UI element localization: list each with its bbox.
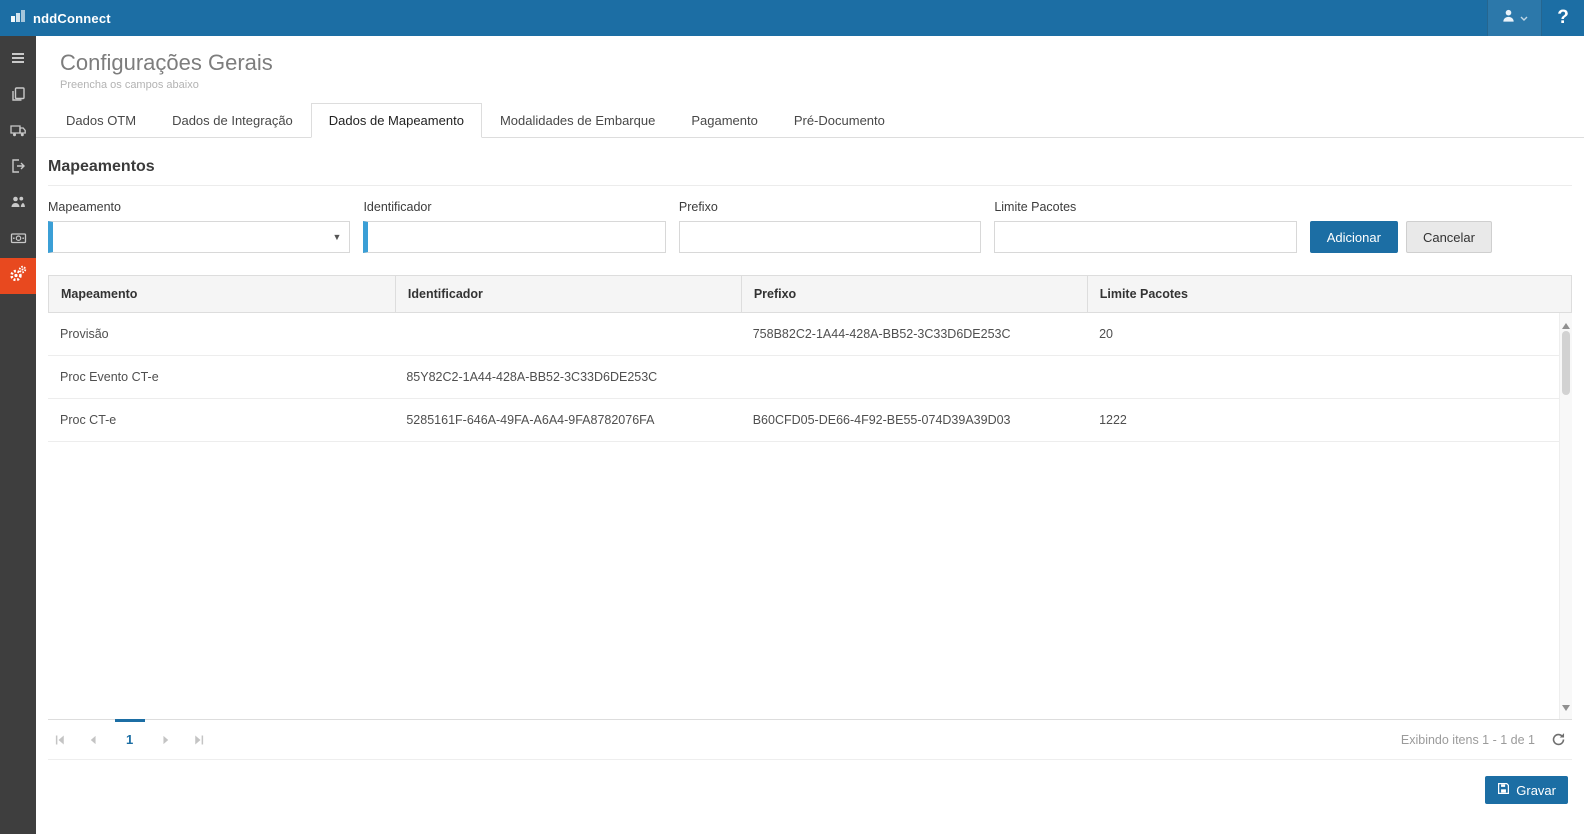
sidebar-item-settings[interactable] — [0, 258, 36, 294]
prefixo-input[interactable] — [679, 221, 981, 253]
cell-limite-pacotes — [1087, 356, 1572, 398]
refresh-icon[interactable] — [1551, 732, 1566, 747]
column-header-limite-pacotes[interactable]: Limite Pacotes — [1087, 276, 1571, 312]
cell-prefixo: 758B82C2-1A44-428A-BB52-3C33D6DE253C — [741, 313, 1087, 355]
column-header-prefixo[interactable]: Prefixo — [741, 276, 1087, 312]
user-menu-button[interactable] — [1487, 0, 1542, 36]
limite-pacotes-label: Limite Pacotes — [994, 200, 1296, 214]
page-header: Configurações Gerais Preencha os campos … — [36, 36, 1584, 91]
brand-icon — [10, 8, 26, 28]
copy-icon — [10, 86, 26, 107]
topbar: nddConnect ? — [0, 0, 1584, 36]
mapeamento-label: Mapeamento — [48, 200, 350, 214]
field-prefixo: Prefixo — [679, 200, 981, 253]
table-row[interactable]: Proc Evento CT-e 85Y82C2-1A44-428A-BB52-… — [48, 356, 1572, 399]
cell-identificador: 85Y82C2-1A44-428A-BB52-3C33D6DE253C — [394, 356, 740, 398]
hamburger-icon — [10, 50, 26, 71]
cell-prefixo — [741, 356, 1087, 398]
page-title: Configurações Gerais — [60, 50, 1560, 76]
main-content: Configurações Gerais Preencha os campos … — [36, 36, 1584, 834]
cell-limite-pacotes: 20 — [1087, 313, 1572, 355]
cell-identificador — [394, 313, 740, 355]
help-button[interactable]: ? — [1542, 0, 1584, 36]
tab-dados-mapeamento[interactable]: Dados de Mapeamento — [311, 103, 482, 138]
gears-icon — [9, 265, 27, 288]
identificador-input[interactable] — [363, 221, 665, 253]
sidebar-item-billing[interactable] — [0, 222, 36, 258]
sidebar-item-documents[interactable] — [0, 78, 36, 114]
chevron-down-icon — [1520, 9, 1528, 27]
cell-mapeamento: Proc Evento CT-e — [48, 356, 394, 398]
column-header-identificador[interactable]: Identificador — [395, 276, 741, 312]
grid-header: Mapeamento Identificador Prefixo Limite … — [48, 275, 1572, 313]
export-icon — [10, 158, 26, 179]
gravar-button[interactable]: Gravar — [1485, 776, 1568, 804]
cell-mapeamento: Proc CT-e — [48, 399, 394, 441]
cancelar-button[interactable]: Cancelar — [1406, 221, 1492, 253]
footer: Gravar — [36, 760, 1584, 834]
field-identificador: Identificador — [363, 200, 665, 253]
field-limite-pacotes: Limite Pacotes — [994, 200, 1296, 253]
section-title: Mapeamentos — [48, 152, 1572, 186]
scrollbar-thumb[interactable] — [1562, 331, 1570, 395]
cell-prefixo: B60CFD05-DE66-4F92-BE55-074D39A39D03 — [741, 399, 1087, 441]
users-icon — [10, 194, 26, 215]
user-icon — [1501, 8, 1516, 28]
prefixo-label: Prefixo — [679, 200, 981, 214]
field-mapeamento: Mapeamento ▼ — [48, 200, 350, 253]
sidebar-item-users[interactable] — [0, 186, 36, 222]
last-page-button[interactable] — [193, 734, 205, 746]
page-subtitle: Preencha os campos abaixo — [60, 79, 1560, 91]
brand[interactable]: nddConnect — [0, 8, 111, 28]
cell-identificador: 5285161F-646A-49FA-A6A4-9FA8782076FA — [394, 399, 740, 441]
previous-page-button[interactable] — [88, 734, 99, 746]
sidebar-item-export[interactable] — [0, 150, 36, 186]
table-row[interactable]: Proc CT-e 5285161F-646A-49FA-A6A4-9FA878… — [48, 399, 1572, 442]
next-page-button[interactable] — [160, 734, 171, 746]
tab-strip: Dados OTM Dados de Integração Dados de M… — [36, 103, 1584, 138]
truck-icon — [10, 122, 27, 143]
cell-mapeamento: Provisão — [48, 313, 394, 355]
cell-limite-pacotes: 1222 — [1087, 399, 1572, 441]
pager: 1 Exibindo itens 1 - 1 de 1 — [48, 719, 1572, 760]
brand-name: nddConnect — [33, 11, 111, 26]
mapeamento-select[interactable] — [48, 221, 350, 253]
sidebar-item-menu[interactable] — [0, 42, 36, 78]
tab-dados-otm[interactable]: Dados OTM — [48, 103, 154, 138]
tab-dados-integracao[interactable]: Dados de Integração — [154, 103, 311, 138]
tab-modalidades-embarque[interactable]: Modalidades de Embarque — [482, 103, 673, 138]
gravar-label: Gravar — [1516, 783, 1556, 798]
sidebar-item-transport[interactable] — [0, 114, 36, 150]
adicionar-button[interactable]: Adicionar — [1310, 221, 1398, 253]
tab-pagamento[interactable]: Pagamento — [673, 103, 776, 138]
save-icon — [1497, 782, 1510, 798]
money-icon — [10, 230, 27, 251]
mapping-form: Mapeamento ▼ Identificador Prefixo Limit… — [36, 186, 1584, 253]
sidebar — [0, 36, 36, 834]
identificador-label: Identificador — [363, 200, 665, 214]
mappings-grid: Mapeamento Identificador Prefixo Limite … — [48, 275, 1572, 719]
first-page-button[interactable] — [54, 734, 66, 746]
grid-body: Provisão 758B82C2-1A44-428A-BB52-3C33D6D… — [48, 313, 1572, 719]
form-buttons: Adicionar Cancelar — [1310, 221, 1492, 253]
topbar-actions: ? — [1487, 0, 1584, 36]
limite-pacotes-input[interactable] — [994, 221, 1296, 253]
column-header-mapeamento[interactable]: Mapeamento — [49, 276, 395, 312]
table-row[interactable]: Provisão 758B82C2-1A44-428A-BB52-3C33D6D… — [48, 313, 1572, 356]
scroll-down-icon[interactable] — [1562, 698, 1570, 716]
page-number-1[interactable]: 1 — [121, 732, 138, 747]
pager-status: Exibindo itens 1 - 1 de 1 — [1401, 733, 1535, 747]
tab-pre-documento[interactable]: Pré-Documento — [776, 103, 903, 138]
